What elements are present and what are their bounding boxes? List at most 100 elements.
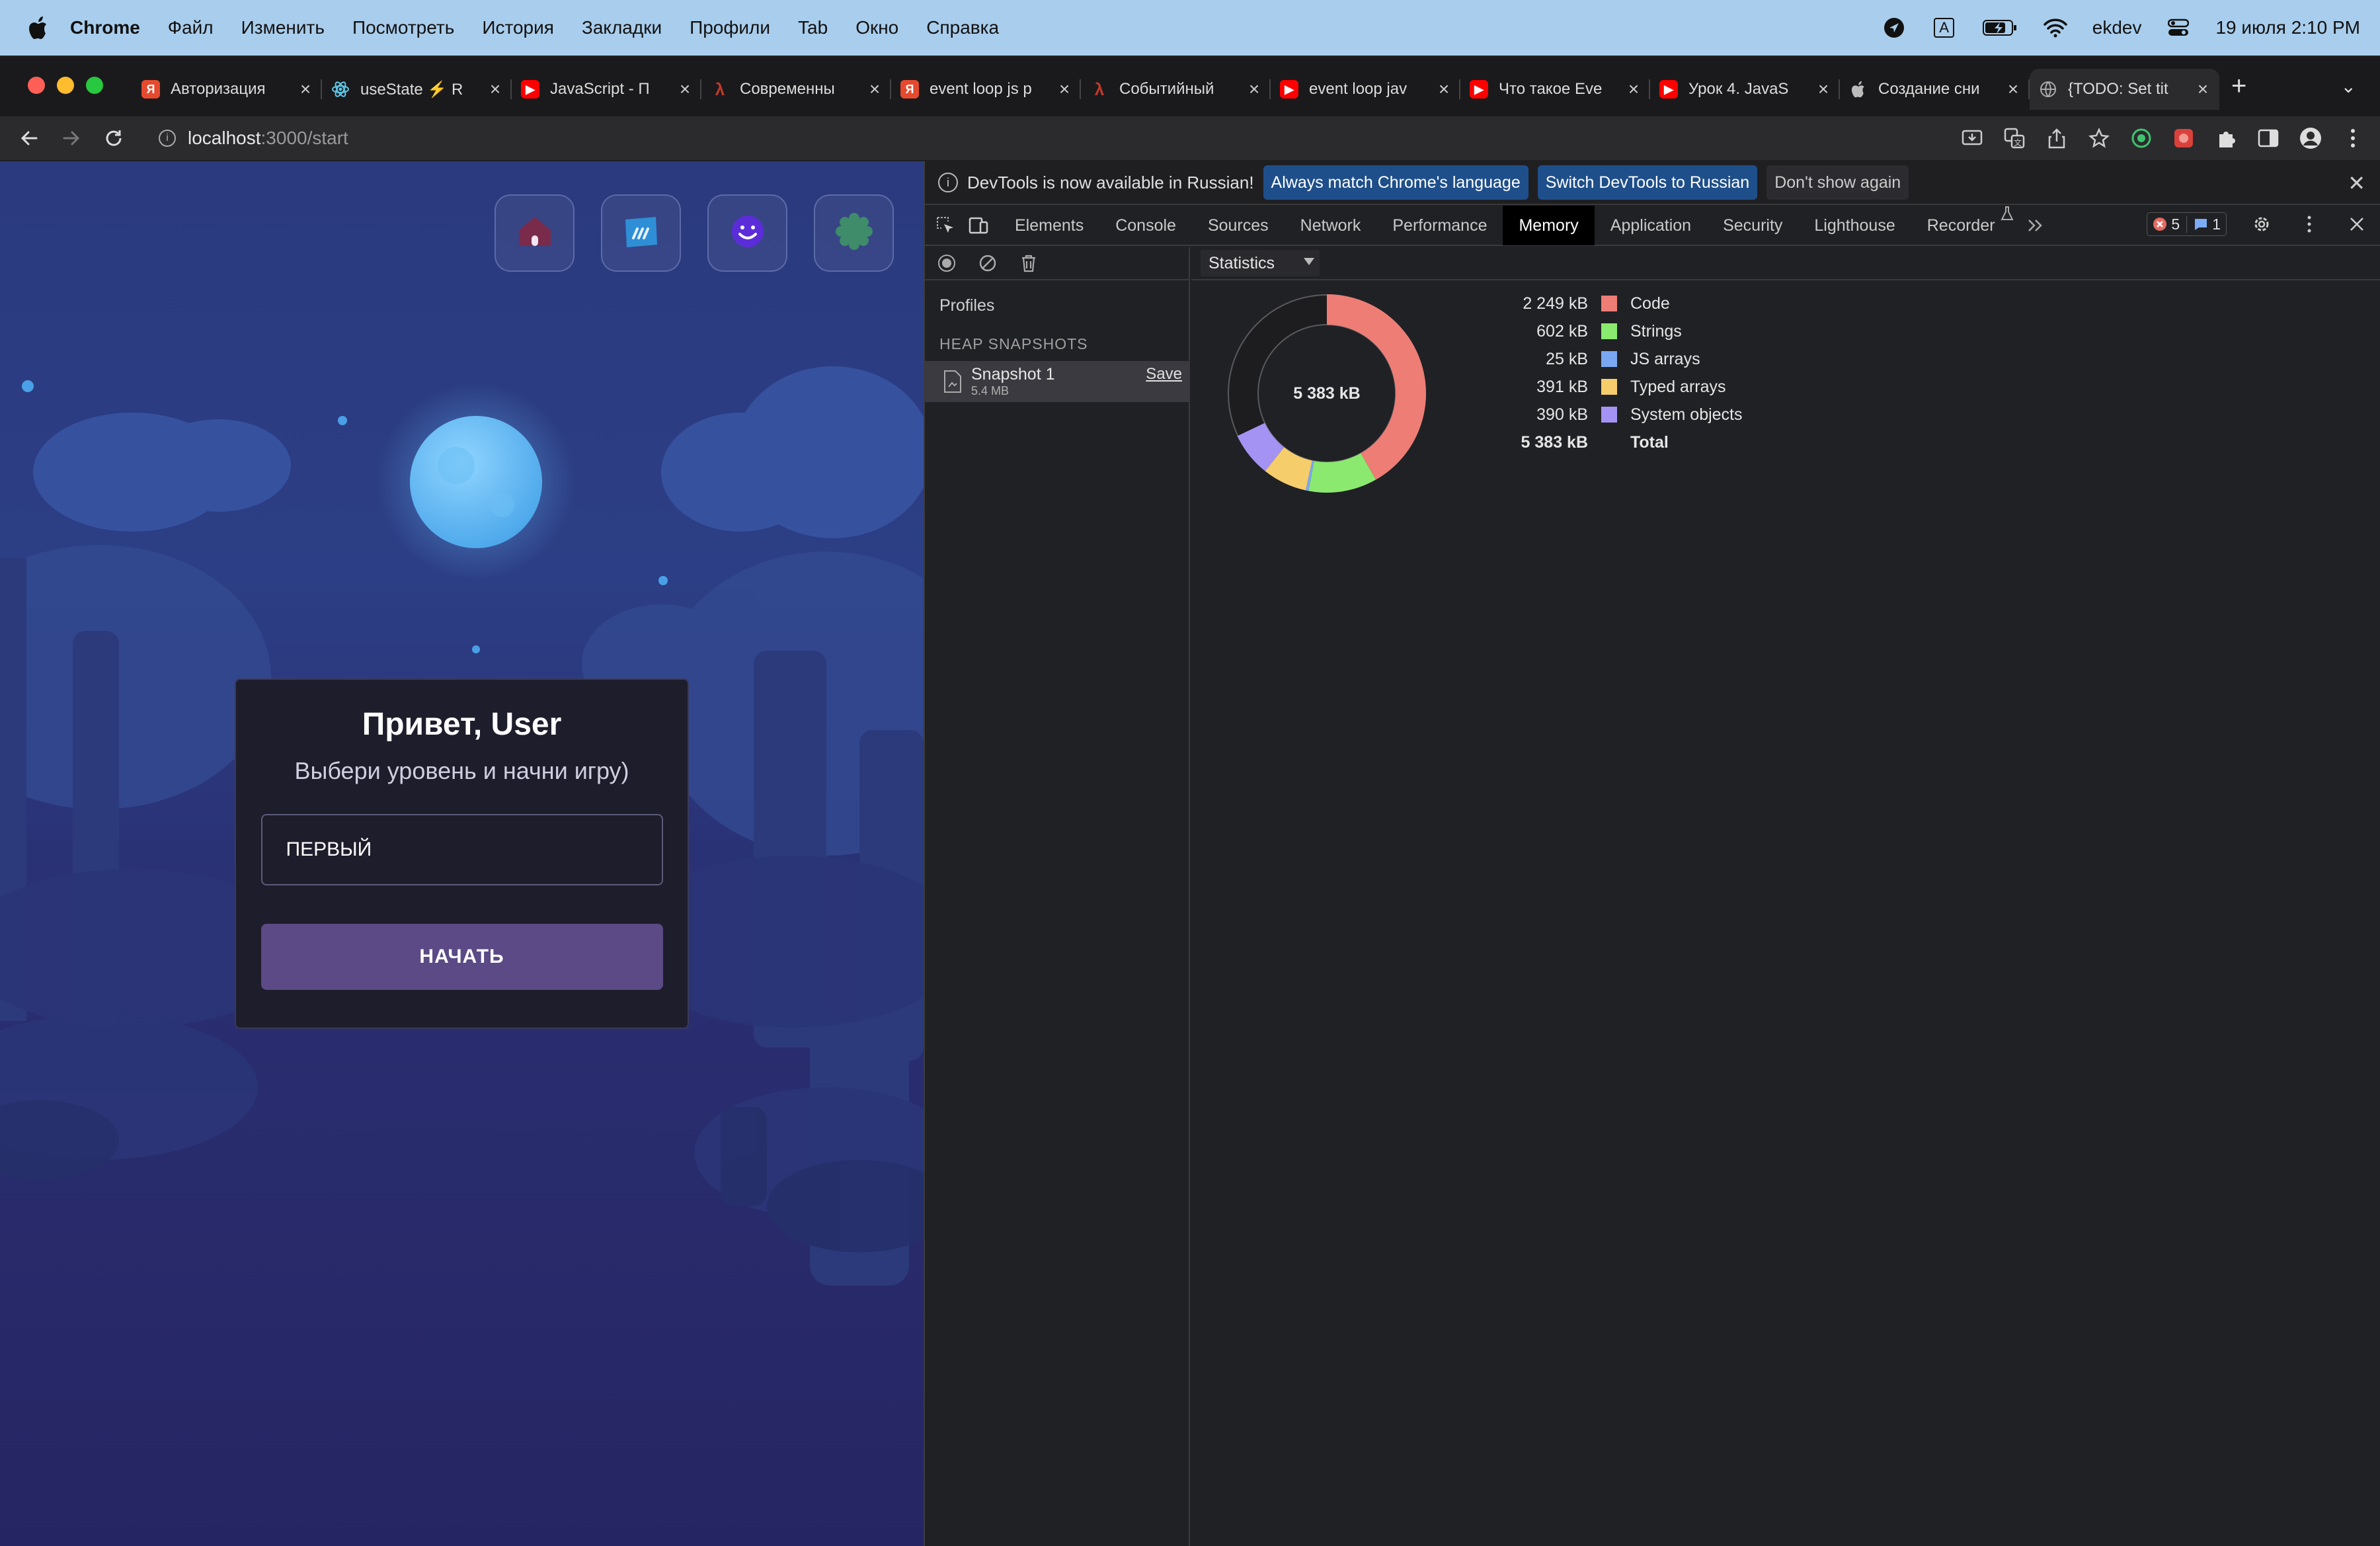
url-text[interactable]: localhost:3000/start <box>188 128 348 149</box>
devtools-tab-sources[interactable]: Sources <box>1192 206 1285 245</box>
devtools-tab-recorder[interactable]: Recorder <box>1911 206 2011 245</box>
save-snapshot-link[interactable]: Save <box>1146 365 1182 384</box>
extension-green-icon[interactable] <box>2127 124 2155 152</box>
translate-icon[interactable]: 文 <box>2001 124 2028 152</box>
devtools-tab-console[interactable]: Console <box>1099 206 1192 245</box>
devtools-tab-application[interactable]: Application <box>1595 206 1707 245</box>
browser-tab[interactable]: λ Современны × <box>701 69 891 110</box>
close-tab-icon[interactable]: × <box>1434 79 1454 100</box>
devtools-tab-performance[interactable]: Performance <box>1376 206 1503 245</box>
cards-button[interactable] <box>601 194 681 272</box>
forward-button[interactable] <box>58 125 85 151</box>
close-tab-icon[interactable]: × <box>485 79 505 100</box>
menu-history[interactable]: История <box>482 17 554 38</box>
close-tab-icon[interactable]: × <box>2193 79 2213 100</box>
close-tab-icon[interactable]: × <box>1244 79 1264 100</box>
memory-profiles-sidebar: Profiles HEAP SNAPSHOTS Snapshot 1 5.4 M… <box>925 247 1190 1546</box>
garbage-collect-trash-icon[interactable] <box>1019 253 1039 273</box>
browser-tab[interactable]: ▶ Урок 4. JavaS × <box>1650 69 1840 110</box>
browser-tab[interactable]: λ Событийный × <box>1081 69 1271 110</box>
close-tab-icon[interactable]: × <box>1054 79 1074 100</box>
keyboard-input-icon[interactable]: A <box>1931 15 1958 41</box>
keyboard-layout-label: A <box>1934 18 1955 38</box>
devtools-tab-memory[interactable]: Memory <box>1503 206 1595 245</box>
legend-swatch <box>1601 323 1617 339</box>
start-button[interactable]: НАЧАТЬ <box>260 924 663 990</box>
snapshot-item[interactable]: Snapshot 1 5.4 MB Save <box>925 361 1189 402</box>
clear-icon[interactable] <box>978 253 998 273</box>
browser-tab[interactable]: ▶ Что такое Eve × <box>1460 69 1650 110</box>
minimize-window-button[interactable] <box>57 77 74 94</box>
browser-tab[interactable]: ▶ JavaScript - П × <box>512 69 701 110</box>
learnjs-icon: λ <box>1094 79 1105 99</box>
close-tab-icon[interactable]: × <box>675 79 695 100</box>
site-info-icon[interactable]: i <box>159 130 176 147</box>
share-icon[interactable] <box>2043 124 2071 152</box>
menu-file[interactable]: Файл <box>168 17 214 38</box>
bookmark-star-icon[interactable] <box>2085 124 2113 152</box>
close-tab-icon[interactable]: × <box>2003 79 2023 100</box>
apple-menu-icon[interactable] <box>25 15 52 41</box>
menu-tab[interactable]: Tab <box>798 17 828 38</box>
menu-window[interactable]: Окно <box>855 17 898 38</box>
browser-tab[interactable]: useState ⚡ R × <box>322 69 512 110</box>
profile-button[interactable] <box>707 194 787 272</box>
devtools-tab-elements[interactable]: Elements <box>999 206 1099 245</box>
close-tab-icon[interactable]: × <box>865 79 885 100</box>
close-tab-icon[interactable]: × <box>1813 79 1833 100</box>
clock[interactable]: 19 июля 2:10 PM <box>2215 17 2360 38</box>
level-select[interactable]: ПЕРВЫЙ <box>260 814 663 885</box>
legend-total-label: Total <box>1630 432 1669 452</box>
extensions-puzzle-icon[interactable] <box>2212 124 2240 152</box>
devtools-tab-security[interactable]: Security <box>1707 206 1798 245</box>
menu-edit[interactable]: Изменить <box>241 17 325 38</box>
control-center-icon[interactable] <box>2165 15 2192 41</box>
user-name[interactable]: ekdev <box>2092 17 2142 38</box>
side-panel-icon[interactable] <box>2254 124 2282 152</box>
dont-show-again-button[interactable]: Don't show again <box>1766 165 1909 200</box>
browser-tab[interactable]: {TODO: Set tit × <box>2030 69 2219 110</box>
devtools-menu-icon[interactable] <box>2297 212 2322 237</box>
window-controls <box>28 77 103 94</box>
devtools-tab-lighthouse[interactable]: Lighthouse <box>1798 206 1911 245</box>
menu-view[interactable]: Посмотреть <box>352 17 454 38</box>
view-selector[interactable]: Statistics <box>1201 250 1320 276</box>
zoom-window-button[interactable] <box>86 77 103 94</box>
profile-avatar-icon[interactable] <box>2297 124 2324 152</box>
errors-badge[interactable]: 51 <box>2147 212 2227 236</box>
more-tabs-chevron-icon[interactable] <box>2023 213 2048 238</box>
address-bar[interactable]: i localhost:3000/start <box>140 122 1938 155</box>
browser-tab[interactable]: Яevent loop js p × <box>891 69 1081 110</box>
install-app-icon[interactable] <box>1958 124 1986 152</box>
inspect-element-icon[interactable] <box>933 213 958 238</box>
device-toolbar-icon[interactable] <box>966 213 991 238</box>
browser-tab[interactable]: Создание сни × <box>1840 69 2030 110</box>
settings-gear-icon[interactable] <box>2249 212 2274 237</box>
close-window-button[interactable] <box>28 77 45 94</box>
battery-icon[interactable] <box>1981 15 2018 41</box>
settings-button[interactable] <box>814 194 894 272</box>
tab-search-chevron-icon[interactable]: ⌄ <box>2341 75 2356 97</box>
location-arrow-icon[interactable] <box>1881 15 1907 41</box>
devtools-tab-network[interactable]: Network <box>1285 206 1377 245</box>
browser-tab[interactable]: ▶ event loop jav × <box>1271 69 1460 110</box>
extension-red-icon[interactable] <box>2170 124 2198 152</box>
menu-app-name[interactable]: Chrome <box>70 17 140 38</box>
new-tab-button[interactable]: + <box>2231 71 2246 101</box>
back-button[interactable] <box>16 125 42 151</box>
switch-to-russian-button[interactable]: Switch DevTools to Russian <box>1537 165 1758 200</box>
close-devtools-icon[interactable] <box>2344 212 2369 237</box>
browser-tab[interactable]: Я Авторизация × <box>132 69 322 110</box>
chrome-menu-icon[interactable] <box>2339 124 2367 152</box>
menu-profiles[interactable]: Профили <box>690 17 770 38</box>
menu-bookmarks[interactable]: Закладки <box>582 17 662 38</box>
home-button[interactable] <box>495 194 575 272</box>
record-icon[interactable] <box>937 253 957 273</box>
always-match-language-button[interactable]: Always match Chrome's language <box>1263 165 1528 200</box>
close-tab-icon[interactable]: × <box>1624 79 1644 100</box>
close-infobar-icon[interactable]: ✕ <box>2348 171 2365 196</box>
reload-button[interactable] <box>100 125 127 151</box>
menu-help[interactable]: Справка <box>926 17 999 38</box>
wifi-icon[interactable] <box>2042 15 2069 41</box>
close-tab-icon[interactable]: × <box>296 79 315 100</box>
